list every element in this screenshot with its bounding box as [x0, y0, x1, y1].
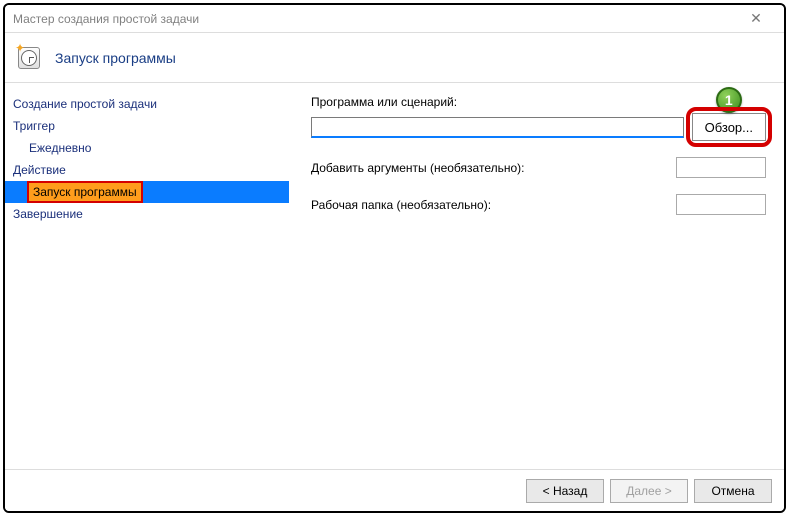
wizard-steps-sidebar: Создание простой задачи Триггер Ежедневн…	[5, 85, 289, 469]
sidebar-item-create-task[interactable]: Создание простой задачи	[5, 93, 289, 115]
wizard-content: Программа или сценарий: 1 Обзор... Добав…	[289, 85, 784, 469]
browse-button[interactable]: Обзор...	[692, 113, 766, 141]
wizard-window: Мастер создания простой задачи ✕ ✦ Запус…	[3, 3, 786, 513]
start-in-label: Рабочая папка (необязательно):	[311, 198, 666, 212]
sidebar-item-start-program[interactable]: Запуск программы	[5, 181, 289, 203]
wizard-header: ✦ Запуск программы	[5, 33, 784, 83]
arguments-label: Добавить аргументы (необязательно):	[311, 161, 666, 175]
sidebar-item-daily[interactable]: Ежедневно	[5, 137, 289, 159]
back-button[interactable]: < Назад	[526, 479, 604, 503]
sidebar-item-finish[interactable]: Завершение	[5, 203, 289, 225]
program-label: Программа или сценарий:	[311, 95, 766, 109]
next-button: Далее >	[610, 479, 688, 503]
wizard-body: Создание простой задачи Триггер Ежедневн…	[5, 85, 784, 469]
titlebar: Мастер создания простой задачи ✕	[5, 5, 784, 33]
sidebar-item-action[interactable]: Действие	[5, 159, 289, 181]
arguments-input[interactable]	[676, 157, 766, 178]
cancel-button[interactable]: Отмена	[694, 479, 772, 503]
start-in-input[interactable]	[676, 194, 766, 215]
close-icon[interactable]: ✕	[736, 10, 776, 27]
page-title: Запуск программы	[55, 50, 176, 66]
sidebar-item-trigger[interactable]: Триггер	[5, 115, 289, 137]
wizard-footer: < Назад Далее > Отмена	[5, 469, 784, 511]
sidebar-item-label: Запуск программы	[27, 181, 143, 203]
program-path-input[interactable]	[311, 117, 684, 138]
window-title: Мастер создания простой задачи	[13, 12, 736, 26]
task-clock-icon: ✦	[15, 43, 45, 73]
